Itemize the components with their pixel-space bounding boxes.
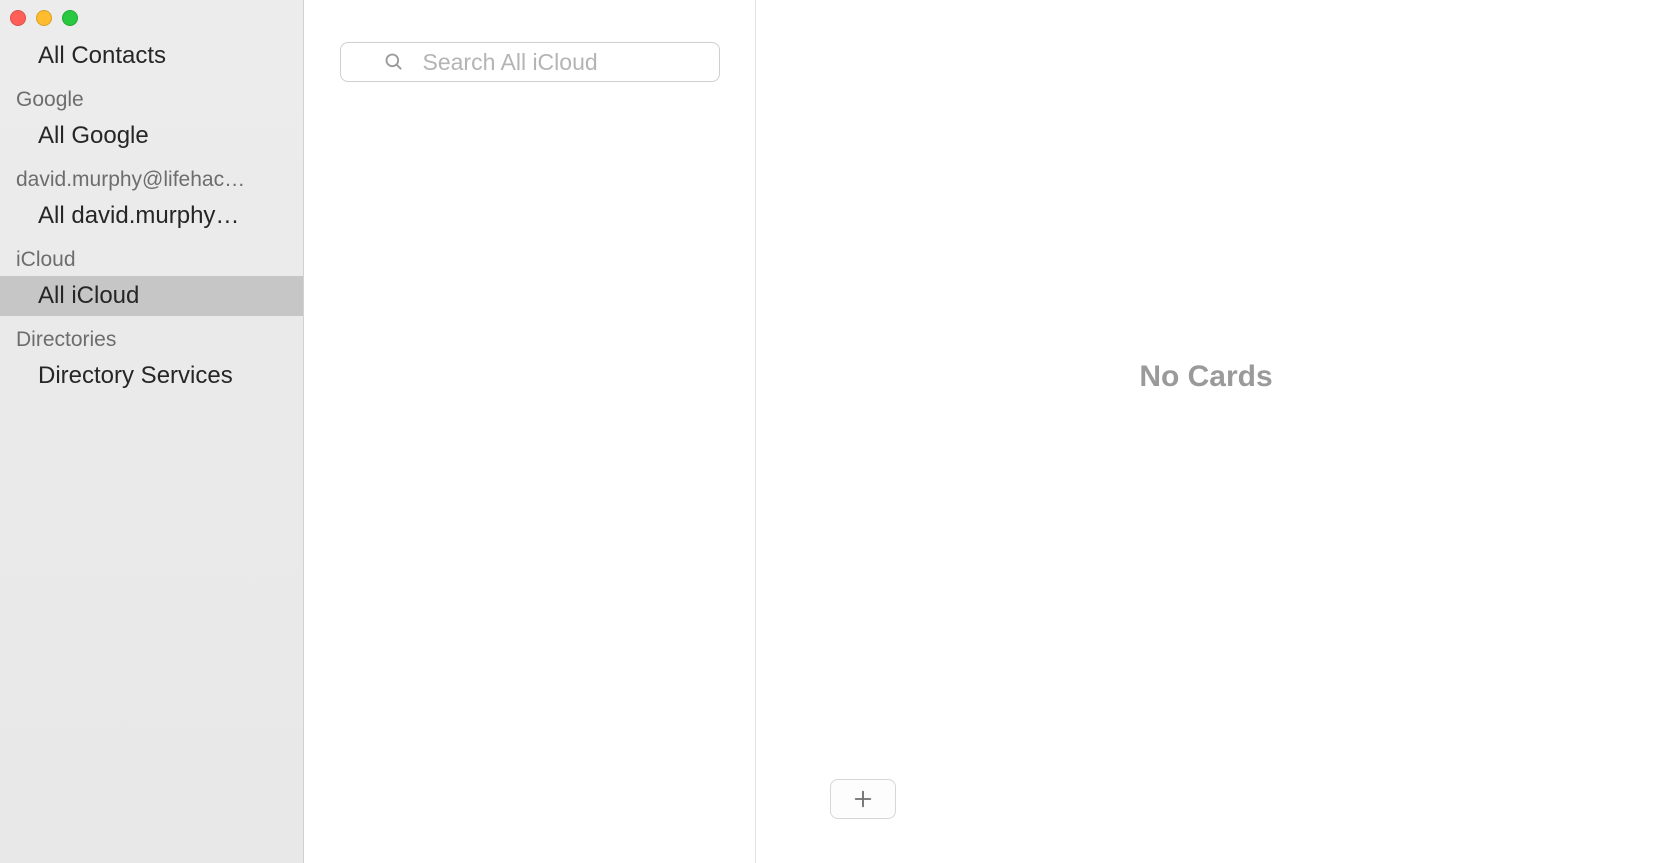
sidebar-section-google[interactable]: Google <box>0 76 303 116</box>
sidebar-item-directory-services[interactable]: Directory Services <box>0 356 303 396</box>
sidebar-item-all-contacts[interactable]: All Contacts <box>0 36 303 76</box>
no-cards-label: No Cards <box>1139 360 1272 394</box>
plus-icon <box>852 788 874 810</box>
sidebar-item-all-icloud[interactable]: All iCloud <box>0 276 303 316</box>
contact-detail-column: No Cards <box>756 0 1656 863</box>
sidebar-section-directories[interactable]: Directories <box>0 316 303 356</box>
fullscreen-window-button[interactable] <box>62 10 78 26</box>
sidebar-section-lifehacker-account[interactable]: david.murphy@lifehac… <box>0 156 303 196</box>
sidebar-item-all-google[interactable]: All Google <box>0 116 303 156</box>
search-input[interactable] <box>340 42 720 82</box>
search-field-wrap <box>340 42 720 82</box>
sidebar-list: All Contacts Google All Google david.mur… <box>0 36 303 396</box>
window-controls <box>0 0 303 28</box>
close-window-button[interactable] <box>10 10 26 26</box>
sidebar-section-icloud[interactable]: iCloud <box>0 236 303 276</box>
minimize-window-button[interactable] <box>36 10 52 26</box>
add-contact-button[interactable] <box>830 779 896 819</box>
contacts-list-column <box>304 0 756 863</box>
app-window: All Contacts Google All Google david.mur… <box>0 0 1656 863</box>
sidebar-item-all-davidmurphy[interactable]: All david.murphy… <box>0 196 303 236</box>
sidebar: All Contacts Google All Google david.mur… <box>0 0 304 863</box>
